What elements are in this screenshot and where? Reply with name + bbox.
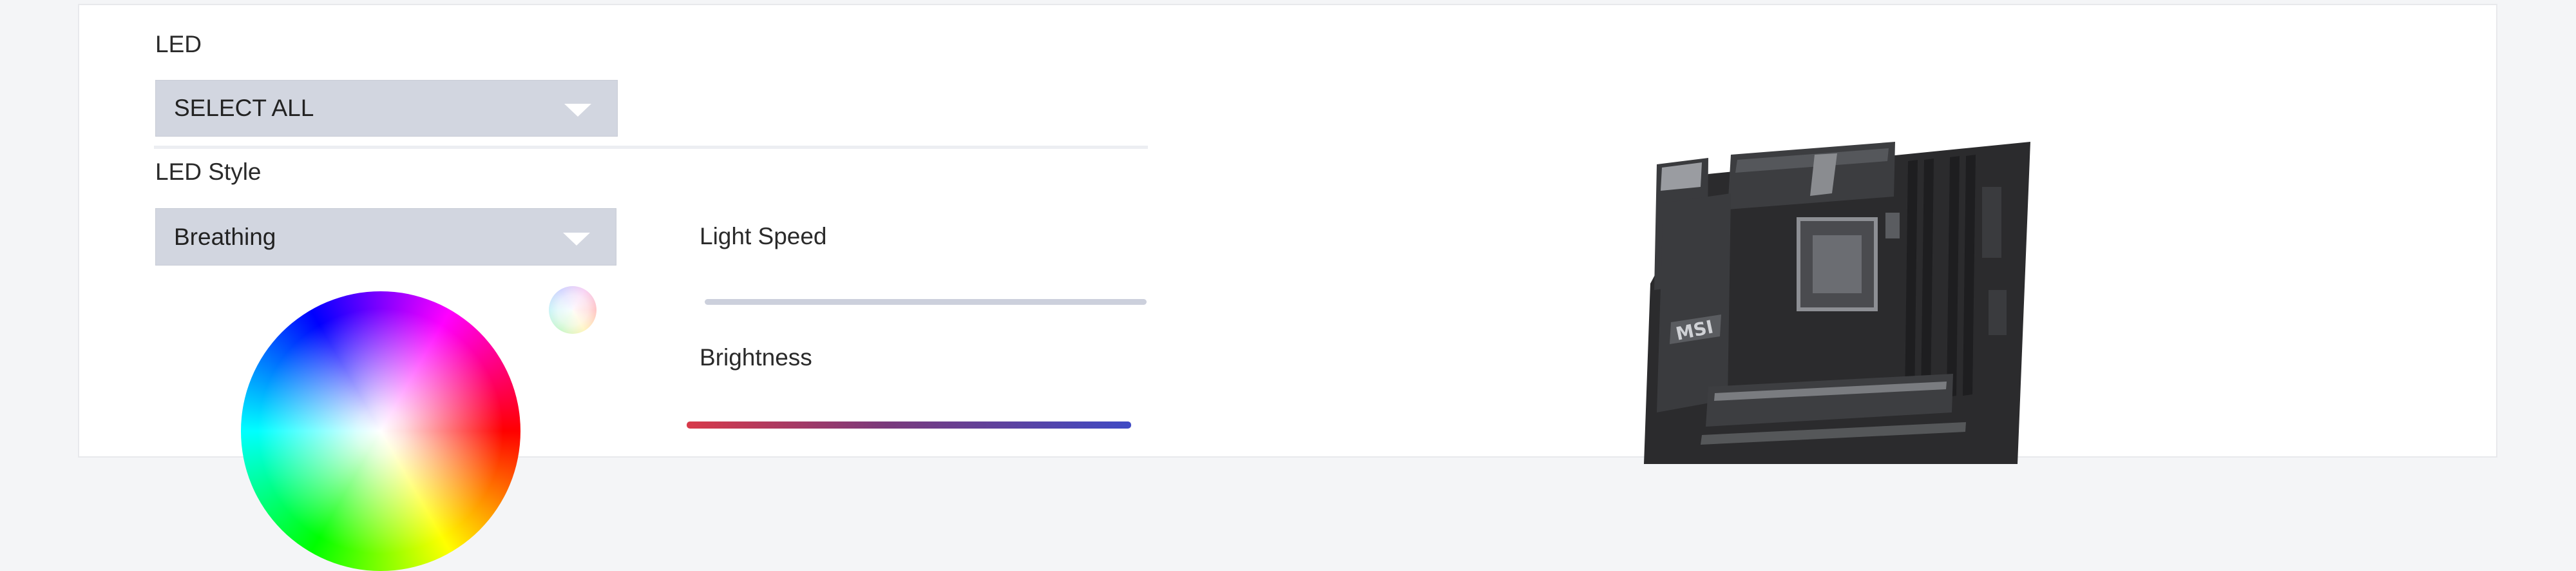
color-wheel[interactable] (241, 291, 520, 571)
led-select[interactable]: SELECT ALL (155, 80, 618, 137)
led-label: LED (155, 31, 202, 57)
section-divider (154, 146, 1148, 149)
led-select-value: SELECT ALL (174, 95, 314, 121)
chevron-down-icon (563, 232, 590, 246)
light-speed-slider[interactable] (705, 299, 1147, 305)
led-style-label: LED Style (155, 159, 262, 185)
light-speed-label: Light Speed (700, 223, 827, 249)
led-style-select-value: Breathing (174, 223, 276, 250)
color-swatch-icon[interactable] (549, 286, 596, 334)
motherboard-image: MSI (1644, 142, 2030, 464)
brightness-label: Brightness (700, 344, 812, 371)
brightness-slider[interactable] (687, 421, 1131, 429)
led-style-select[interactable]: Breathing (155, 208, 616, 266)
chevron-down-icon (564, 104, 591, 117)
